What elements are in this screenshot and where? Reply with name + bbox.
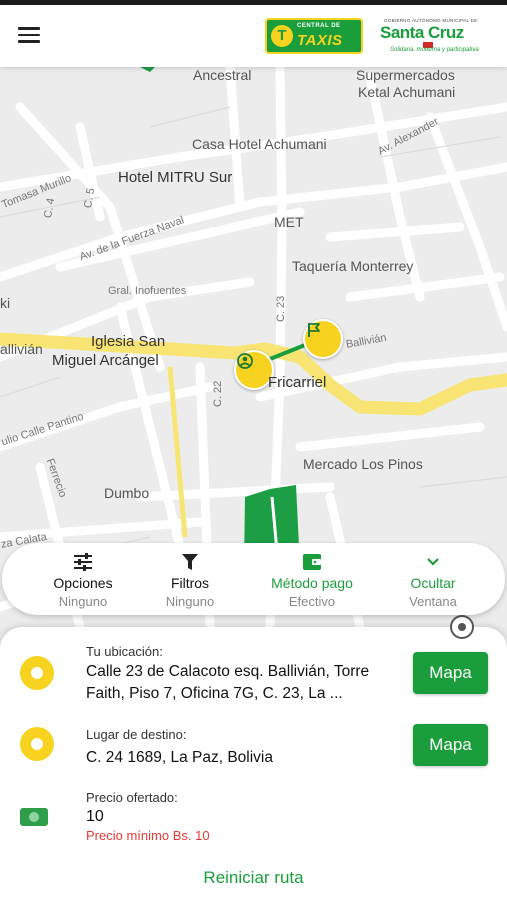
origin-map-button[interactable]: Mapa bbox=[413, 652, 488, 694]
price-caption: Precio ofertado: bbox=[86, 790, 178, 805]
map-label: allivián bbox=[0, 341, 43, 357]
street-label: Gral. Inofuentes bbox=[108, 285, 187, 297]
hide-window-label: Ocultar bbox=[410, 575, 456, 591]
map-label: Taquería Monterrey bbox=[292, 258, 414, 274]
street-label: C. 23 bbox=[275, 295, 287, 322]
map-label: ki bbox=[0, 295, 11, 311]
logo-taxis-big-text: TAXIS bbox=[297, 32, 343, 49]
price-value[interactable]: 10 bbox=[86, 808, 104, 826]
destination-pin-icon bbox=[20, 727, 54, 761]
map-label: Miguel Arcángel bbox=[52, 352, 159, 369]
origin-pin-icon bbox=[20, 656, 54, 690]
map-label: Ketal Achumani bbox=[358, 84, 456, 100]
hide-window-button[interactable]: Ocultar Ventana bbox=[373, 551, 493, 609]
minimum-price-text: Precio mínimo Bs. 10 bbox=[86, 828, 210, 843]
hide-window-value: Ventana bbox=[409, 594, 457, 609]
map-label: Fricarriel bbox=[268, 374, 327, 391]
destination-caption: Lugar de destino: bbox=[86, 727, 187, 742]
destination-map-button[interactable]: Mapa bbox=[413, 724, 488, 766]
origin-address[interactable]: Calle 23 de Calacoto esq. Ballivián, Tor… bbox=[86, 661, 401, 705]
filters-label: Filtros bbox=[170, 575, 210, 591]
logo-sc-main-text: Santa Cruz bbox=[380, 23, 464, 42]
money-icon bbox=[20, 808, 48, 826]
options-label: Opciones bbox=[53, 575, 113, 591]
map-label: Casa Hotel Achumani bbox=[192, 136, 327, 152]
options-value: Ninguno bbox=[58, 594, 108, 609]
central-de-taxis-logo: T CENTRAL DE TAXIS bbox=[265, 18, 363, 54]
payment-method-value: Efectivo bbox=[288, 594, 336, 609]
destination-flag-icon[interactable] bbox=[303, 319, 343, 359]
origin-caption: Tu ubicación: bbox=[86, 644, 163, 659]
chevron-down-icon bbox=[373, 551, 493, 573]
hamburger-icon[interactable] bbox=[18, 23, 48, 49]
map-label: Iglesia San bbox=[91, 333, 166, 350]
wallet-icon bbox=[252, 551, 372, 573]
options-bar: Opciones Ninguno Filtros Ninguno Método … bbox=[2, 543, 505, 615]
sliders-icon bbox=[23, 551, 143, 573]
map-label: Mercado Los Pinos bbox=[303, 456, 423, 472]
app-header: T CENTRAL DE TAXIS GOBIERNO AUTÓNOMO MUN… bbox=[0, 5, 507, 67]
filters-value: Ninguno bbox=[165, 594, 215, 609]
reset-route-button[interactable]: Reiniciar ruta bbox=[0, 868, 507, 888]
logo-taxis-small-text: CENTRAL DE bbox=[297, 23, 341, 29]
map-label: Dumbo bbox=[104, 485, 150, 501]
logo-sc-sub-text: Solidaria, moderna y participativa bbox=[390, 47, 479, 53]
map-label: Ancestral bbox=[193, 67, 252, 83]
payment-method-label: Método pago bbox=[271, 575, 353, 591]
options-button[interactable]: Opciones Ninguno bbox=[23, 551, 143, 609]
street-label: C. 22 bbox=[212, 380, 224, 407]
map-label: MET bbox=[274, 214, 304, 230]
trip-sheet: Tu ubicación: Calle 23 de Calacoto esq. … bbox=[0, 615, 507, 900]
my-location-icon[interactable] bbox=[450, 615, 474, 639]
map-label: Hotel MITRU Sur bbox=[118, 169, 233, 186]
filters-button[interactable]: Filtros Ninguno bbox=[130, 551, 250, 609]
taxi-t-icon: T bbox=[271, 25, 293, 47]
filter-icon bbox=[130, 551, 250, 573]
payment-method-button[interactable]: Método pago Efectivo bbox=[252, 551, 372, 609]
destination-address[interactable]: C. 24 1689, La Paz, Bolivia bbox=[86, 747, 401, 769]
santa-cruz-logo: GOBIERNO AUTÓNOMO MUNICIPAL DE Santa Cru… bbox=[378, 18, 488, 58]
map-label: Supermercados bbox=[356, 67, 455, 83]
